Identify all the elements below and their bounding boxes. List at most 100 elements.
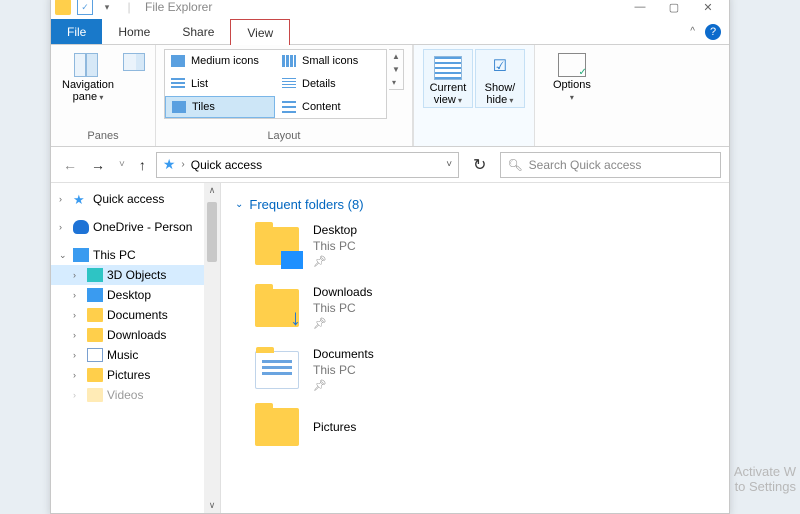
cloud-icon <box>73 220 89 234</box>
qat-more-icon[interactable]: ▾ <box>99 0 115 15</box>
tab-view[interactable]: View <box>230 19 290 45</box>
scroll-down-icon[interactable]: ∨ <box>209 498 216 513</box>
layout-details[interactable]: Details <box>276 73 386 95</box>
nav-recent-button[interactable]: ˅ <box>115 159 129 170</box>
group-layout: Medium icons Small icons List Details Ti… <box>156 45 413 146</box>
tile-desktop[interactable]: Desktop This PC 📌︎ <box>255 222 729 270</box>
tile-pictures[interactable]: Pictures <box>255 408 729 446</box>
content-area: ›★Quick access ›OneDrive - Person ⌄This … <box>51 183 729 513</box>
tile-documents[interactable]: Documents This PC 📌︎ <box>255 346 729 394</box>
folder-pictures-icon <box>255 408 299 446</box>
options-icon <box>558 53 586 77</box>
preview-pane-icon <box>123 53 145 71</box>
folder-desktop-icon <box>255 227 299 265</box>
tree-downloads[interactable]: ›Downloads <box>51 325 220 345</box>
show-hide-icon: ☑ <box>486 56 514 80</box>
tree-videos[interactable]: ›Videos <box>51 385 220 405</box>
current-view-button[interactable]: Current view ▾ <box>423 49 473 108</box>
main-pane: ⌄ Frequent folders (8) Desktop This PC 📌… <box>221 183 729 513</box>
pin-icon: 📌︎ <box>313 378 374 394</box>
maximize-button[interactable]: ▢ <box>657 0 691 19</box>
frequent-folders-header[interactable]: ⌄ Frequent folders (8) <box>221 193 729 222</box>
nav-up-button[interactable]: ↑ <box>135 157 150 173</box>
tree-pictures[interactable]: ›Pictures <box>51 365 220 385</box>
layout-list[interactable]: List <box>165 73 275 95</box>
tree-3d-objects[interactable]: ›3D Objects <box>51 265 220 285</box>
ribbon-collapse-icon[interactable]: ^ <box>690 26 695 37</box>
tiles-icon <box>172 101 186 113</box>
folder-icon <box>87 388 103 402</box>
tab-file[interactable]: File <box>51 19 102 44</box>
content-icon <box>282 101 296 113</box>
layout-content[interactable]: Content <box>276 96 386 118</box>
folder-documents-icon <box>255 351 299 389</box>
window-title: File Explorer <box>145 0 212 14</box>
show-hide-button[interactable]: ☑ Show/ hide ▾ <box>475 49 525 108</box>
titlebar: ✓ ▾ | File Explorer — ▢ ✕ <box>51 0 729 19</box>
small-icons-icon <box>282 55 296 67</box>
search-icon: 🔍︎ <box>507 158 522 172</box>
folder-downloads-icon <box>255 289 299 327</box>
preview-pane-button[interactable] <box>121 49 147 71</box>
tree-this-pc[interactable]: ⌄This PC <box>51 245 220 265</box>
tree-music[interactable]: ›Music <box>51 345 220 365</box>
folder-icon <box>87 328 103 342</box>
breadcrumb-sep-icon: › <box>181 159 184 170</box>
folder-icon <box>55 0 71 15</box>
search-placeholder: Search Quick access <box>529 158 642 172</box>
minimize-button[interactable]: — <box>623 0 657 19</box>
navigation-pane-icon <box>74 53 102 77</box>
tree-documents[interactable]: ›Documents <box>51 305 220 325</box>
options-button[interactable]: Options▾ <box>543 49 601 104</box>
details-icon <box>282 78 296 90</box>
refresh-button[interactable]: ↻ <box>465 155 494 175</box>
pin-icon: 📌︎ <box>313 254 357 270</box>
pin-icon: 📌︎ <box>313 316 372 332</box>
nav-forward-button[interactable]: → <box>87 157 109 173</box>
group-current-view-showhide: Current view ▾ ☑ Show/ hide ▾ <box>413 45 535 146</box>
layout-small-icons[interactable]: Small icons <box>276 50 386 72</box>
navigation-pane-button[interactable]: Navigation pane ▾ <box>59 49 117 104</box>
quick-access-star-icon: ★ <box>163 156 176 173</box>
group-options: Options▾ <box>535 45 609 146</box>
search-box[interactable]: 🔍︎ Search Quick access <box>500 152 721 178</box>
checkbox-icon[interactable]: ✓ <box>77 0 93 15</box>
tile-downloads[interactable]: Downloads This PC 📌︎ <box>255 284 729 332</box>
tab-home[interactable]: Home <box>102 19 166 44</box>
desktop-icon <box>87 288 103 302</box>
address-bar[interactable]: ★ › Quick access ˅ <box>156 152 459 178</box>
layout-gallery: Medium icons Small icons List Details Ti… <box>164 49 387 119</box>
tree-desktop[interactable]: ›Desktop <box>51 285 220 305</box>
layout-expand-icon[interactable]: ▾ <box>389 76 403 89</box>
close-button[interactable]: ✕ <box>691 0 725 19</box>
ribbon-view: Navigation pane ▾ Panes Medium icons Sma… <box>51 45 729 147</box>
medium-icons-icon <box>171 55 185 67</box>
nav-tree: ›★Quick access ›OneDrive - Person ⌄This … <box>51 183 221 513</box>
scroll-thumb[interactable] <box>207 202 217 262</box>
group-panes: Navigation pane ▾ Panes <box>51 45 156 146</box>
tab-share[interactable]: Share <box>166 19 230 44</box>
address-bar-row: ← → ˅ ↑ ★ › Quick access ˅ ↻ 🔍︎ Search Q… <box>51 147 729 183</box>
folder-icon <box>87 308 103 322</box>
scroll-up-icon[interactable]: ∧ <box>209 183 216 198</box>
chevron-down-icon: ⌄ <box>235 199 243 210</box>
star-icon: ★ <box>73 192 89 206</box>
layout-tiles[interactable]: Tiles <box>165 96 275 118</box>
help-icon[interactable]: ? <box>705 24 721 40</box>
list-icon <box>171 78 185 90</box>
nav-back-button[interactable]: ← <box>59 157 81 173</box>
tree-quick-access[interactable]: ›★Quick access <box>51 189 220 209</box>
layout-scroll-up-icon[interactable]: ▲ <box>389 50 403 63</box>
tree-onedrive[interactable]: ›OneDrive - Person <box>51 217 220 237</box>
layout-scroll-down-icon[interactable]: ▼ <box>389 63 403 76</box>
cube-icon <box>87 268 103 282</box>
current-view-icon <box>434 56 462 80</box>
address-dropdown-icon[interactable]: ˅ <box>446 159 452 170</box>
ribbon-tabs: File Home Share View ^ ? <box>51 19 729 45</box>
activate-windows-watermark: Activate W to Settings <box>734 464 796 494</box>
folder-icon <box>87 368 103 382</box>
tree-scrollbar[interactable]: ∧ ∨ <box>204 183 220 513</box>
music-icon <box>87 348 103 362</box>
layout-medium-icons[interactable]: Medium icons <box>165 50 275 72</box>
tile-list: Desktop This PC 📌︎ Downloads This PC 📌︎ <box>221 222 729 446</box>
